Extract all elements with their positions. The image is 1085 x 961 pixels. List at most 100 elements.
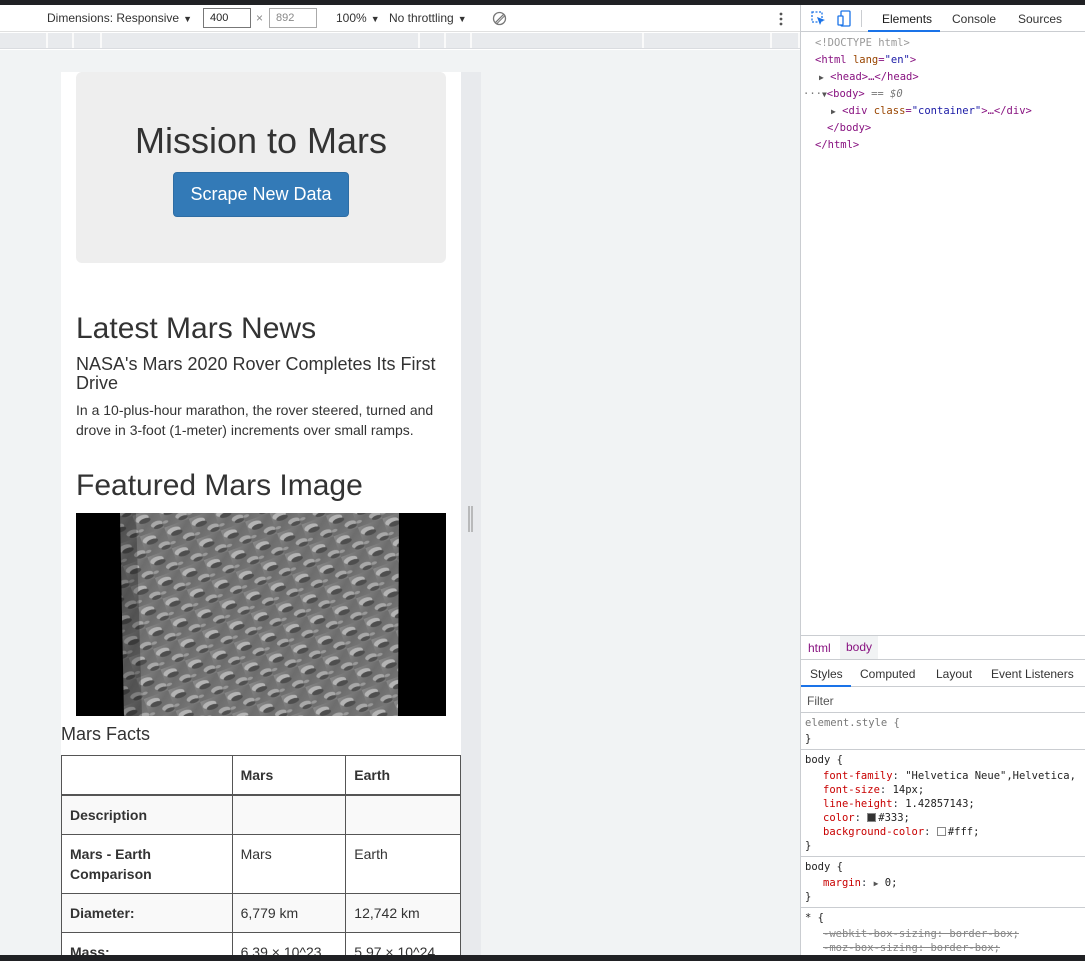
tab-styles[interactable]: Styles	[810, 667, 843, 681]
tab-layout[interactable]: Layout	[936, 667, 972, 681]
table-cell	[231, 794, 347, 835]
tab-event-listeners[interactable]: Event Listeners	[991, 667, 1074, 681]
dom-node-body[interactable]: ···▼<body> == $0	[803, 86, 903, 103]
table-row: Mass: 6.39 × 10^23 5.97 × 10^24	[61, 932, 461, 955]
css-declaration[interactable]: line-height: 1.42857143;	[823, 797, 975, 811]
node-actions-icon[interactable]: ···	[803, 88, 822, 100]
more-options-icon[interactable]	[778, 11, 784, 27]
media-query-segment[interactable]	[48, 33, 74, 48]
featured-image-heading: Featured Mars Image	[76, 469, 363, 502]
media-query-segment[interactable]	[472, 33, 644, 48]
toolbar-separator	[861, 10, 862, 27]
times-sign: ×	[256, 11, 264, 25]
expand-triangle-icon[interactable]: ▶	[874, 879, 879, 888]
inspect-element-icon[interactable]	[811, 11, 826, 26]
expand-triangle-icon[interactable]: ▶	[819, 73, 824, 82]
table-cell: 6.39 × 10^23	[231, 932, 347, 955]
table-cell	[345, 794, 461, 835]
chevron-down-icon: ▼	[183, 14, 192, 24]
css-value: 1.42857143;	[905, 798, 975, 810]
dimensions-dropdown[interactable]: Dimensions: Responsive ▼	[47, 11, 192, 25]
devtools-tabbar: Elements Console Sources	[801, 5, 1085, 32]
media-query-segment[interactable]	[102, 33, 420, 48]
window-bottom-edge	[0, 955, 1085, 961]
table-row: Diameter: 6,779 km 12,742 km	[61, 893, 461, 933]
dimensions-label: Dimensions: Responsive	[47, 11, 180, 25]
table-cell: Description	[61, 794, 233, 835]
overridden-declaration[interactable]: -moz-box-sizing: border-box;	[823, 941, 1000, 955]
rule-close-brace: }	[805, 840, 812, 852]
overridden-declaration[interactable]: -webkit-box-sizing: border-box;	[823, 927, 1019, 941]
body-close-tag: </body>	[827, 122, 872, 134]
tab-computed[interactable]: Computed	[860, 667, 915, 681]
media-query-segment[interactable]	[0, 33, 48, 48]
rule-close-brace: }	[805, 733, 812, 745]
table-cell: Mars	[231, 834, 347, 894]
media-query-bar[interactable]	[0, 33, 800, 49]
news-heading: Latest Mars News	[76, 312, 317, 345]
universal-rule-selector[interactable]: * {	[805, 911, 824, 925]
scrape-button[interactable]: Scrape New Data	[173, 172, 349, 217]
news-title: NASA's Mars 2020 Rover Completes Its Fir…	[76, 354, 436, 393]
active-styles-tab-indicator	[801, 685, 851, 687]
dom-node-html-close[interactable]: </html>	[815, 137, 859, 154]
media-query-segment[interactable]	[446, 33, 472, 48]
body-open-tag: <body>	[826, 88, 865, 100]
resize-handle-icon[interactable]	[467, 505, 474, 533]
expand-triangle-icon[interactable]: ▶	[831, 107, 836, 116]
featured-mars-image[interactable]	[76, 513, 446, 716]
html-lang-attr: lang	[852, 54, 879, 66]
zoom-label: 100%	[336, 11, 367, 25]
element-style-selector[interactable]: element.style {	[805, 716, 900, 730]
breadcrumb-html[interactable]: html	[808, 641, 831, 655]
tab-elements[interactable]: Elements	[882, 12, 932, 26]
rule-divider	[801, 907, 1085, 908]
dom-node-html[interactable]: <html lang="en">	[815, 52, 916, 69]
media-query-segment[interactable]	[74, 33, 102, 48]
css-declaration[interactable]: background-color: #fff;	[823, 825, 979, 839]
table-cell: Mars - Earth Comparison	[61, 834, 233, 894]
jumbotron: Mission to Mars Scrape New Data	[76, 72, 446, 263]
css-declaration[interactable]: font-size: 14px;	[823, 783, 924, 797]
body-rule-selector[interactable]: body {	[805, 860, 843, 874]
tab-console[interactable]: Console	[952, 12, 996, 26]
css-property: color	[823, 812, 855, 824]
height-input[interactable]	[269, 8, 317, 28]
dom-node-body-close[interactable]: </body>	[827, 120, 871, 137]
throttling-label: No throttling	[389, 11, 454, 25]
table-row: Mars - Earth Comparison Mars Earth	[61, 834, 461, 894]
filter-input[interactable]	[805, 692, 1075, 709]
media-query-segment[interactable]	[420, 33, 446, 48]
table-header-row: Mars Earth	[61, 755, 461, 796]
div-class-value: "container"	[911, 105, 982, 117]
css-declaration[interactable]: color: #333;	[823, 811, 910, 825]
dom-node-div-container[interactable]: ▶ <div class="container">…</div>	[831, 103, 1032, 120]
css-value: 0;	[884, 877, 898, 889]
breadcrumb-body[interactable]: body	[840, 636, 879, 659]
device-toggle-icon[interactable]	[837, 10, 851, 27]
dom-node-doctype[interactable]: <!DOCTYPE html>	[815, 35, 910, 52]
color-swatch-icon[interactable]	[867, 813, 877, 822]
css-declaration[interactable]: font-family: "Helvetica Neue",Helvetica,	[823, 769, 1076, 783]
table-row: Description	[61, 794, 461, 835]
rotate-icon[interactable]	[492, 11, 507, 26]
color-swatch-icon[interactable]	[936, 827, 946, 836]
styles-rules-pane: element.style { } body { font-family: "H…	[801, 714, 1085, 955]
dom-tree: <!DOCTYPE html> <html lang="en"> ▶ <head…	[801, 33, 1085, 635]
body-rule-selector[interactable]: body {	[805, 753, 843, 767]
active-tab-indicator	[868, 30, 940, 32]
media-query-segment[interactable]	[772, 33, 800, 48]
table-cell: 12,742 km	[345, 893, 461, 933]
table-header-cell: Mars	[231, 755, 347, 796]
width-input[interactable]	[203, 8, 251, 28]
html-lang-value: "en"	[884, 54, 910, 66]
selected-node-marker: == $0	[871, 88, 903, 100]
zoom-dropdown[interactable]: 100% ▼	[336, 11, 380, 25]
dom-node-head[interactable]: ▶ <head>…</head>	[819, 69, 919, 86]
tab-sources[interactable]: Sources	[1018, 12, 1062, 26]
css-declaration[interactable]: margin: ▶ 0;	[823, 876, 897, 890]
media-query-segment[interactable]	[644, 33, 772, 48]
div-close-tag: >…</div>	[981, 105, 1032, 117]
html-open-tag: <html	[815, 54, 847, 66]
throttling-dropdown[interactable]: No throttling ▼	[389, 11, 467, 25]
